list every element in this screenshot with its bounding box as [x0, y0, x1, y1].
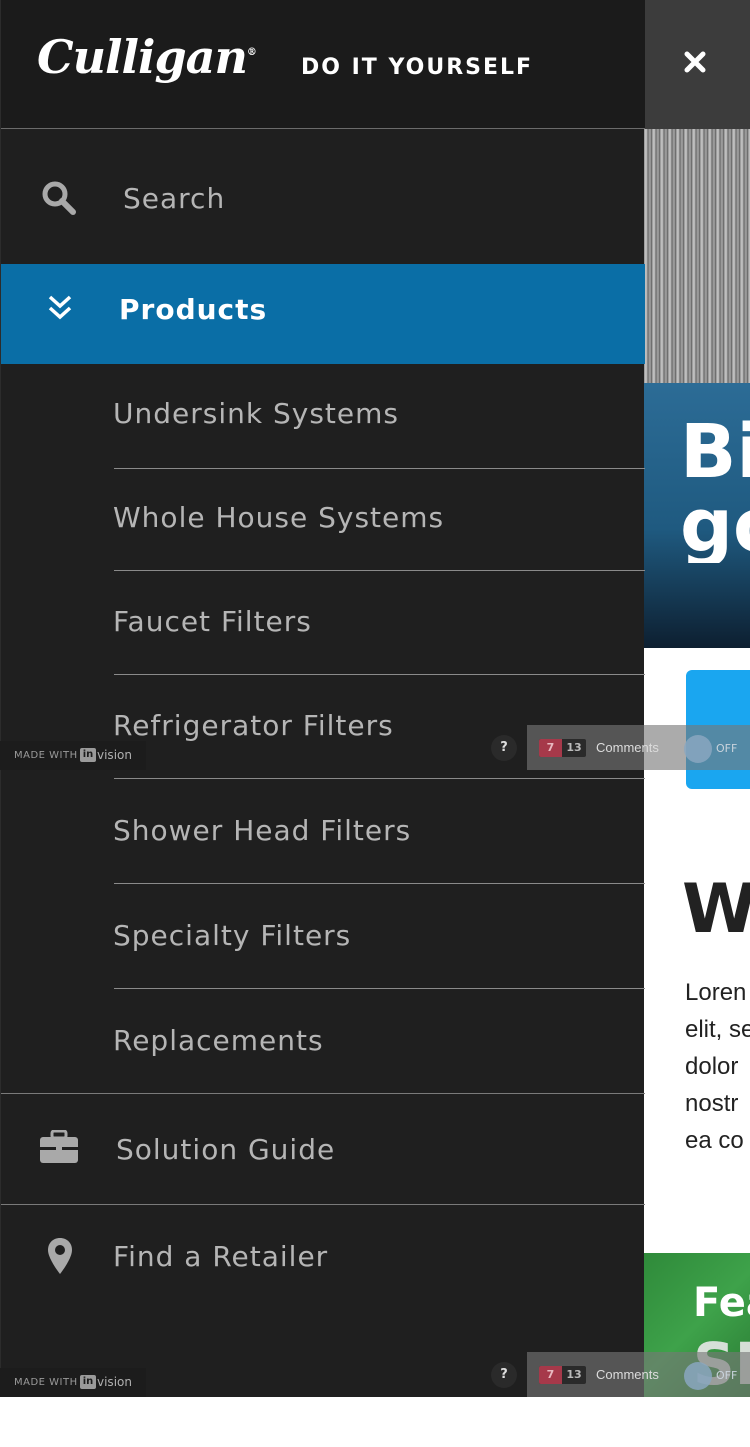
comments-bar[interactable]: 7 13 Comments OFF [527, 725, 750, 770]
drawer-header: Culligan® DO IT YOURSELF [1, 0, 645, 129]
body-line: dolor [685, 1053, 739, 1080]
close-menu-button[interactable] [644, 0, 750, 129]
solution-guide-label: Solution Guide [116, 1133, 336, 1166]
comments-bar[interactable]: 7 13 Comments OFF [527, 1352, 750, 1397]
hero-image-top [644, 129, 750, 383]
toggle-label: OFF [716, 742, 738, 755]
chevron-double-down-icon [48, 295, 72, 320]
body-line: Loren [685, 979, 747, 1006]
search-icon [42, 181, 76, 215]
submenu-label: Specialty Filters [113, 919, 352, 952]
toggle-label: OFF [716, 1369, 738, 1382]
submenu-label: Shower Head Filters [113, 814, 412, 847]
briefcase-icon [40, 1130, 78, 1163]
search-menu-item[interactable] [1, 130, 645, 264]
navigation-drawer: Culligan® DO IT YOURSELF [0, 0, 645, 1397]
comments-label: Comments [596, 740, 659, 755]
submenu-label: Faucet Filters [113, 605, 312, 638]
submenu-label: Undersink Systems [113, 397, 399, 430]
help-button[interactable]: ? [491, 735, 517, 761]
map-pin-icon [48, 1238, 72, 1274]
body-line: ea co [685, 1127, 744, 1154]
hero-heading: Bi go [680, 415, 750, 563]
body-line: nostr [685, 1090, 739, 1117]
submenu-label: Refrigerator Filters [113, 709, 394, 742]
products-label: Products [119, 293, 268, 326]
submenu-label: Whole House Systems [113, 501, 445, 534]
menu-item-products[interactable] [1, 264, 645, 364]
body-copy: Loren elit, se dolor nostr ea co [685, 974, 750, 1159]
invision-logo-icon: in [80, 1375, 96, 1389]
help-button[interactable]: ? [491, 1362, 517, 1388]
comments-label: Comments [596, 1367, 659, 1382]
comment-counts: 7 13 [539, 1366, 586, 1384]
comment-counts: 7 13 [539, 739, 586, 757]
made-with-invision-badge[interactable]: MADE WITH in vision [0, 1368, 146, 1397]
search-label: Search [123, 182, 226, 215]
close-icon [684, 51, 706, 73]
comments-toggle[interactable] [684, 735, 712, 763]
body-line: elit, se [685, 1016, 750, 1043]
tagline: DO IT YOURSELF [301, 55, 534, 80]
invision-logo-icon: in [80, 748, 96, 762]
feature-title: Fea [693, 1280, 750, 1326]
made-with-invision-badge[interactable]: MADE WITH in vision [0, 741, 146, 770]
comments-toggle[interactable] [684, 1362, 712, 1390]
section-heading: Wl [682, 870, 750, 949]
submenu-label: Replacements [113, 1024, 324, 1057]
culligan-logo[interactable]: Culligan® [37, 30, 257, 84]
find-retailer-label: Find a Retailer [113, 1240, 329, 1273]
